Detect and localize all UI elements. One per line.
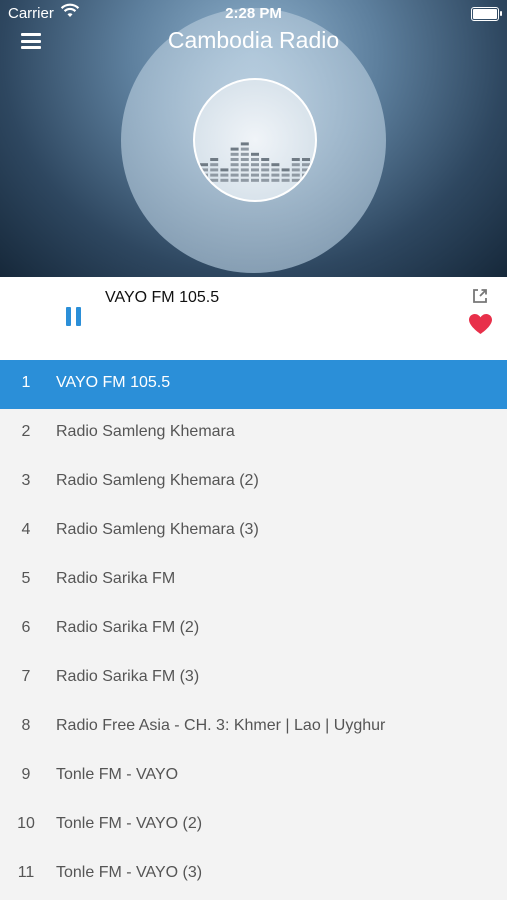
page-title: Cambodia Radio xyxy=(167,27,340,53)
station-name: Tonle FM - VAYO xyxy=(56,766,179,783)
pause-icon[interactable] xyxy=(66,307,83,326)
station-name: Radio Sarika FM (3) xyxy=(56,668,200,685)
station-number: 4 xyxy=(21,521,31,538)
station-number: 11 xyxy=(17,864,35,881)
station-row-6[interactable]: 6 Radio Sarika FM (2) xyxy=(0,605,507,654)
station-row-1[interactable]: 1 VAYO FM 105.5 xyxy=(0,360,507,409)
station-row-9[interactable]: 9 Tonle FM - VAYO xyxy=(0,752,507,801)
station-name: Tonle FM - VAYO (2) xyxy=(56,815,203,832)
battery-tip xyxy=(500,11,502,16)
station-name: Radio Samleng Khemara (2) xyxy=(56,472,259,489)
station-list: 1 VAYO FM 105.5 2 Radio Samleng Khemara 3 R… xyxy=(0,360,507,899)
station-row-7[interactable]: 7 Radio Sarika FM (3) xyxy=(0,654,507,703)
station-row-2[interactable]: 2 Radio Samleng Khemara xyxy=(0,409,507,458)
station-number: 9 xyxy=(21,766,31,783)
station-number: 3 xyxy=(21,472,31,489)
status-bar: Carrier 2:28 PM xyxy=(0,0,507,28)
station-row-11[interactable]: 11 Tonle FM - VAYO (3) xyxy=(0,850,507,899)
station-number: 2 xyxy=(21,423,31,440)
station-name: Radio Sarika FM xyxy=(56,570,176,587)
station-name: Tonle FM - VAYO (3) xyxy=(56,864,203,881)
station-name: Radio Samleng Khemara xyxy=(56,423,235,440)
station-row-5[interactable]: 5 Radio Sarika FM xyxy=(0,556,507,605)
share-icon[interactable] xyxy=(471,287,489,305)
station-name: VAYO FM 105.5 xyxy=(56,374,171,391)
heart-icon[interactable] xyxy=(468,313,493,335)
battery-icon xyxy=(471,7,499,21)
station-name: Radio Free Asia - CH. 3: Khmer | Lao | U… xyxy=(56,717,386,734)
station-row-8[interactable]: 8 Radio Free Asia - CH. 3: Khmer | Lao | … xyxy=(0,703,507,752)
station-number: 10 xyxy=(17,815,35,832)
station-row-4[interactable]: 4 Radio Samleng Khemara (3) xyxy=(0,507,507,556)
station-number: 1 xyxy=(21,374,31,391)
equalizer-icon xyxy=(193,78,317,202)
header-banner: Carrier 2:28 PM Cambodia Radio xyxy=(0,0,507,277)
station-number: 5 xyxy=(21,570,31,587)
station-row-3[interactable]: 3 Radio Samleng Khemara (2) xyxy=(0,458,507,507)
station-number: 7 xyxy=(21,668,31,685)
station-row-10[interactable]: 10 Tonle FM - VAYO (2) xyxy=(0,801,507,850)
now-playing-title: VAYO FM 105.5 xyxy=(105,289,220,306)
clock: 2:28 PM xyxy=(225,5,282,22)
station-number: 8 xyxy=(21,717,31,734)
station-number: 6 xyxy=(21,619,31,636)
station-name: Radio Sarika FM (2) xyxy=(56,619,200,636)
station-name: Radio Samleng Khemara (3) xyxy=(56,521,259,538)
